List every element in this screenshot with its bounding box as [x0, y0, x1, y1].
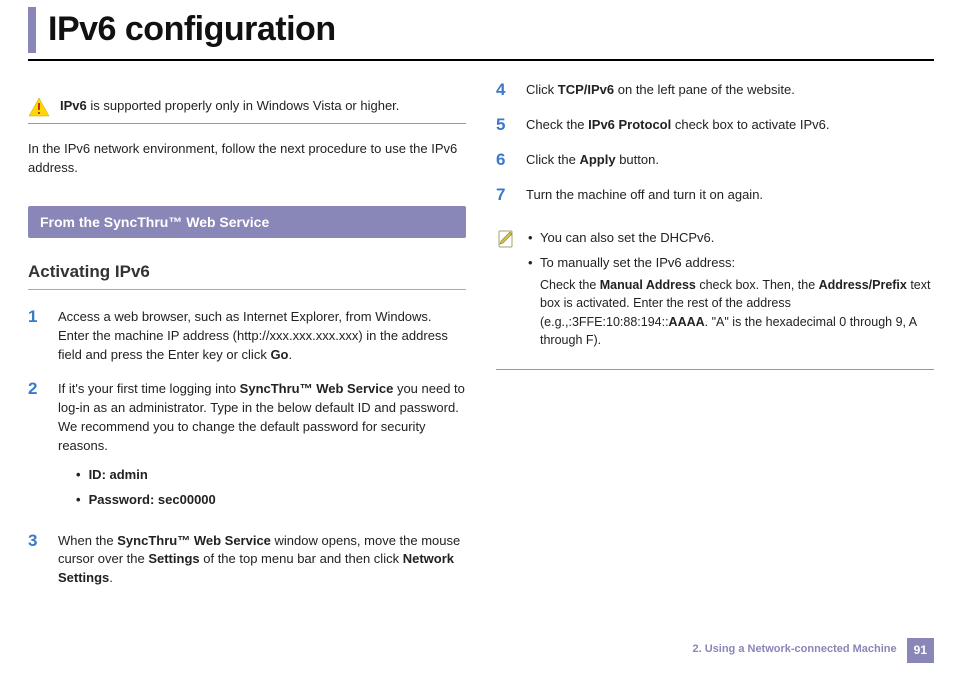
- intro-paragraph: In the IPv6 network environment, follow …: [28, 140, 466, 178]
- note-icon: [496, 229, 516, 249]
- page-footer: 2. Using a Network-connected Machine 91: [692, 638, 934, 663]
- step-bullet: ID: admin: [76, 466, 466, 485]
- step-body: Access a web browser, such as Internet E…: [58, 308, 466, 365]
- step: 2If it's your first time logging into Sy…: [28, 380, 466, 515]
- warning-callout: IPv6 is supported properly only in Windo…: [28, 91, 466, 124]
- step: 5 Check the IPv6 Protocol check box to ac…: [496, 116, 934, 135]
- step-body: If it's your first time logging into Syn…: [58, 380, 466, 515]
- step: 7 Turn the machine off and turn it on aga…: [496, 186, 934, 205]
- step-number: 2: [28, 380, 46, 515]
- note-subtext: Check the Manual Address check box. Then…: [540, 276, 934, 349]
- section-banner: From the SyncThru™ Web Service: [28, 206, 466, 238]
- column-right: 4 Click TCP/IPv6 on the left pane of the …: [496, 81, 934, 604]
- step-body: Click the Apply button.: [526, 151, 934, 170]
- warning-bold: IPv6: [60, 98, 87, 113]
- step-body: Click TCP/IPv6 on the left pane of the w…: [526, 81, 934, 100]
- warning-rest: is supported properly only in Windows Vi…: [87, 98, 400, 113]
- step: 3When the SyncThru™ Web Service window o…: [28, 532, 466, 589]
- note-callout: You can also set the DHCPv6. To manually …: [496, 221, 934, 370]
- note-item: To manually set the IPv6 address:Check t…: [540, 254, 934, 349]
- subheading: Activating IPv6: [28, 260, 466, 290]
- steps-left: 1Access a web browser, such as Internet …: [28, 308, 466, 588]
- step-number: 1: [28, 308, 46, 365]
- page-title: IPv6 configuration: [48, 5, 336, 54]
- step-body: When the SyncThru™ Web Service window op…: [58, 532, 466, 589]
- step-number: 7: [496, 186, 514, 205]
- step-number: 4: [496, 81, 514, 100]
- note-body: You can also set the DHCPv6. To manually …: [526, 229, 934, 355]
- step-bullet: Password: sec00000: [76, 491, 466, 510]
- page-title-wrap: IPv6 configuration: [28, 0, 934, 61]
- step-body: Turn the machine off and turn it on agai…: [526, 186, 934, 205]
- note-item: You can also set the DHCPv6.: [540, 229, 934, 248]
- step: 4 Click TCP/IPv6 on the left pane of the …: [496, 81, 934, 100]
- title-accent-bar: [28, 7, 36, 53]
- step-body: Check the IPv6 Protocol check box to act…: [526, 116, 934, 135]
- step: 1Access a web browser, such as Internet …: [28, 308, 466, 365]
- step-number: 3: [28, 532, 46, 589]
- steps-right: 4 Click TCP/IPv6 on the left pane of the …: [496, 81, 934, 204]
- content-columns: IPv6 is supported properly only in Windo…: [0, 61, 954, 604]
- step-number: 6: [496, 151, 514, 170]
- step: 6 Click the Apply button.: [496, 151, 934, 170]
- warning-icon: [28, 97, 50, 117]
- step-bullet-list: ID: admin Password: sec00000: [58, 466, 466, 510]
- warning-text: IPv6 is supported properly only in Windo…: [60, 97, 399, 116]
- document-page: IPv6 configuration IPv6 is supported pro…: [0, 0, 954, 675]
- step-number: 5: [496, 116, 514, 135]
- column-left: IPv6 is supported properly only in Windo…: [28, 81, 466, 604]
- page-number: 91: [907, 638, 934, 663]
- footer-chapter: 2. Using a Network-connected Machine: [692, 642, 896, 658]
